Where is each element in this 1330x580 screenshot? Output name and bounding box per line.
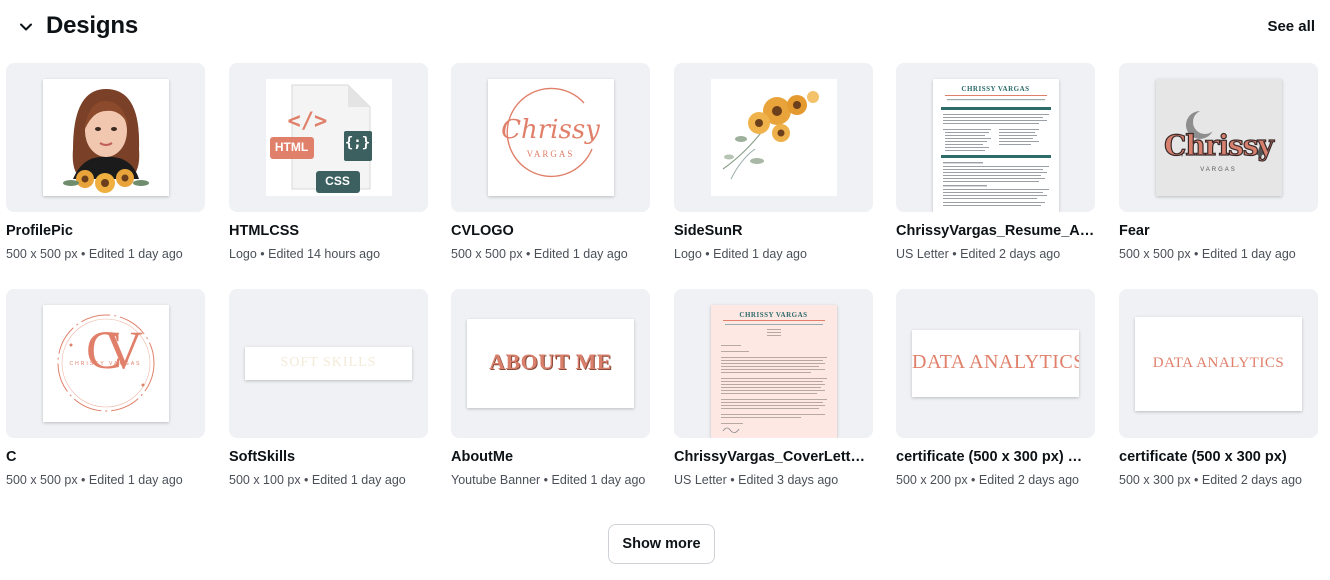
- design-thumbnail[interactable]: SOFT SKILLS: [229, 289, 428, 438]
- design-meta: 500 x 100 px • Edited 1 day ago: [229, 473, 406, 487]
- logo-script-text: Chrissy: [501, 115, 600, 145]
- design-card-resume[interactable]: CHRISSY VARGAS ChrissyVargas_Resume_A… U…: [896, 63, 1095, 263]
- design-title[interactable]: certificate (500 x 300 px) …: [896, 449, 1095, 465]
- cv-monogram-image: CV CHRISSY VARGAS: [42, 305, 169, 422]
- design-meta: 500 x 500 px • Edited 1 day ago: [6, 247, 183, 261]
- design-thumbnail[interactable]: Chrissy VARGAS: [451, 63, 650, 212]
- collapse-section-button[interactable]: [14, 15, 38, 39]
- design-thumbnail[interactable]: DATA ANALYTICS: [896, 289, 1095, 438]
- design-meta: Logo • Edited 1 day ago: [674, 247, 807, 261]
- resume-document-image: CHRISSY VARGAS: [932, 79, 1059, 212]
- banner-text: ABOUT ME: [489, 349, 612, 374]
- design-card-profilepic[interactable]: ProfilePic 500 x 500 px • Edited 1 day a…: [6, 63, 205, 263]
- design-card-htmlcss[interactable]: </> HTML {;} CSS HTMLCSS Logo • Edited 1…: [229, 63, 428, 263]
- css-badge: CSS: [325, 174, 350, 188]
- design-meta: US Letter • Edited 2 days ago: [896, 247, 1061, 261]
- sunflower-logo-image: [710, 79, 837, 196]
- softskills-banner-image: SOFT SKILLS: [245, 347, 412, 380]
- design-title[interactable]: C: [6, 449, 205, 465]
- logo-caps-text: VARGAS: [526, 149, 575, 159]
- design-title[interactable]: certificate (500 x 300 px): [1119, 449, 1318, 465]
- fear-logo-small-text: VARGAS: [1200, 167, 1237, 173]
- design-meta: Logo • Edited 14 hours ago: [229, 247, 381, 261]
- banner-text: DATA ANALYTICS: [912, 351, 1079, 373]
- design-meta: 500 x 500 px • Edited 1 day ago: [451, 247, 628, 261]
- design-meta: 500 x 500 px • Edited 1 day ago: [1119, 247, 1296, 261]
- design-title[interactable]: CVLOGO: [451, 223, 650, 239]
- design-title[interactable]: ChrissyVargas_Resume_A…: [896, 223, 1095, 239]
- design-thumbnail[interactable]: </> HTML {;} CSS: [229, 63, 428, 212]
- certificate-banner-image: DATA ANALYTICS: [1135, 316, 1302, 411]
- brace-symbol: {;}: [344, 135, 371, 151]
- design-meta: 500 x 200 px • Edited 2 days ago: [896, 473, 1079, 487]
- htmlcss-logo-image: </> HTML {;} CSS: [265, 79, 392, 196]
- design-thumbnail[interactable]: [6, 63, 205, 212]
- design-thumbnail[interactable]: DATA ANALYTICS: [1119, 289, 1318, 438]
- design-card-certificate-1[interactable]: DATA ANALYTICS certificate (500 x 300 px…: [896, 289, 1095, 489]
- html-badge: HTML: [274, 140, 309, 154]
- design-meta: Youtube Banner • Edited 1 day ago: [451, 473, 646, 487]
- chevron-down-icon: [20, 23, 32, 31]
- section-title: Designs: [46, 12, 138, 39]
- design-meta: US Letter • Edited 3 days ago: [674, 473, 839, 487]
- design-card-softskills[interactable]: SOFT SKILLS SoftSkills 500 x 100 px • Ed…: [229, 289, 428, 489]
- design-card-certificate-2[interactable]: DATA ANALYTICS certificate (500 x 300 px…: [1119, 289, 1318, 489]
- design-title[interactable]: ChrissyVargas_CoverLette…: [674, 449, 873, 465]
- code-symbol: </>: [287, 109, 328, 134]
- fear-logo-image: Chrissy VARGAS: [1155, 79, 1282, 196]
- show-more-button[interactable]: Show more: [608, 524, 715, 564]
- design-thumbnail[interactable]: Chrissy VARGAS: [1119, 63, 1318, 212]
- certificate-banner-image: DATA ANALYTICS: [912, 330, 1079, 397]
- monogram-letters: CV: [85, 320, 143, 380]
- aboutme-banner-image: ABOUT ME: [467, 319, 634, 408]
- design-meta: 500 x 500 px • Edited 1 day ago: [6, 473, 183, 487]
- design-meta: 500 x 300 px • Edited 2 days ago: [1119, 473, 1302, 487]
- design-thumbnail[interactable]: CHRISSY VARGAS: [896, 63, 1095, 212]
- designs-section-header: Designs See all: [0, 0, 1330, 56]
- design-thumbnail[interactable]: [674, 63, 873, 212]
- banner-text: DATA ANALYTICS: [1152, 354, 1285, 371]
- design-thumbnail[interactable]: CHRISSY VARGAS: [674, 289, 873, 438]
- coverletter-document-image: CHRISSY VARGAS: [710, 305, 837, 438]
- design-card-c[interactable]: CV CHRISSY VARGAS C 500 x 500 px • Edite…: [6, 289, 205, 489]
- monogram-small-text: CHRISSY VARGAS: [69, 361, 142, 367]
- design-thumbnail[interactable]: CV CHRISSY VARGAS: [6, 289, 205, 438]
- profile-picture-image: [42, 79, 169, 196]
- design-title[interactable]: SideSunR: [674, 223, 873, 239]
- design-title[interactable]: Fear: [1119, 223, 1318, 239]
- design-card-coverletter[interactable]: CHRISSY VARGAS ChrissyVargas_CoverLette……: [674, 289, 873, 489]
- banner-text: SOFT SKILLS: [280, 355, 377, 370]
- see-all-link[interactable]: See all: [1267, 18, 1315, 35]
- design-card-fear[interactable]: Chrissy VARGAS Fear 500 x 500 px • Edite…: [1119, 63, 1318, 263]
- design-card-cvlogo[interactable]: Chrissy VARGAS CVLOGO 500 x 500 px • Edi…: [451, 63, 650, 263]
- design-thumbnail[interactable]: ABOUT ME: [451, 289, 650, 438]
- design-title[interactable]: HTMLCSS: [229, 223, 428, 239]
- design-card-aboutme[interactable]: ABOUT ME AboutMe Youtube Banner • Edited…: [451, 289, 650, 489]
- design-card-sidesunr[interactable]: SideSunR Logo • Edited 1 day ago: [674, 63, 873, 263]
- cv-logo-image: Chrissy VARGAS: [487, 79, 614, 196]
- design-title[interactable]: AboutMe: [451, 449, 650, 465]
- design-title[interactable]: SoftSkills: [229, 449, 428, 465]
- design-title[interactable]: ProfilePic: [6, 223, 205, 239]
- fear-logo-text: Chrissy: [1163, 128, 1274, 162]
